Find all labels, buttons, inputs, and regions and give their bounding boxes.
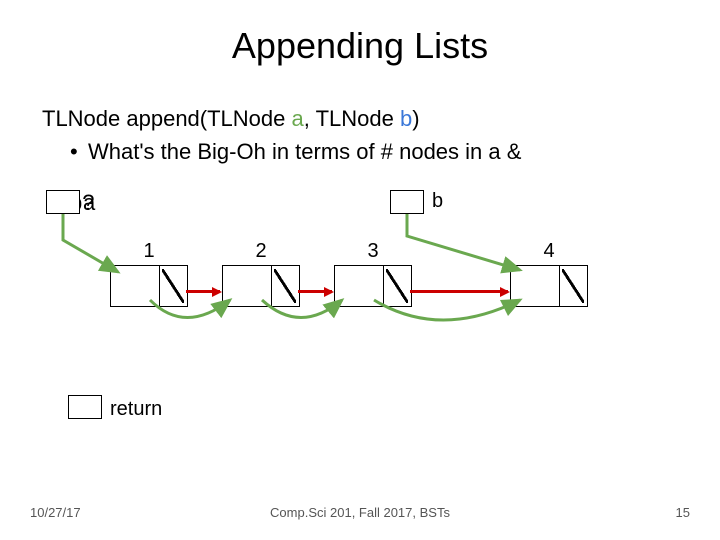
node-2: 2 xyxy=(222,265,300,307)
node-2-next-cell xyxy=(271,266,299,306)
slide-title: Appending Lists xyxy=(0,0,720,67)
pointer-box-a xyxy=(46,190,80,214)
pointer-box-return xyxy=(68,395,102,419)
link-1-to-2 xyxy=(186,290,220,293)
node-3-next-cell xyxy=(383,266,411,306)
overlap-a-label: a xyxy=(83,190,95,216)
body-text: TLNode append(TLNode a, TLNode b) •What'… xyxy=(42,105,521,166)
sig-suffix: ) xyxy=(412,106,419,131)
sig-mid: , TLNode xyxy=(304,106,400,131)
node-1-value: 1 xyxy=(143,240,154,263)
link-2-to-3 xyxy=(298,290,332,293)
footer-center: Comp.Sci 201, Fall 2017, BSTs xyxy=(270,505,450,520)
node-2-value: 2 xyxy=(255,240,266,263)
link-3-to-4 xyxy=(410,290,508,293)
footer-date: 10/27/17 xyxy=(30,505,81,520)
node-1: 1 xyxy=(110,265,188,307)
bullet-dot: • xyxy=(70,138,88,167)
node-4-value: 4 xyxy=(543,240,554,263)
null-slash-icon xyxy=(162,269,184,303)
node-4: 4 xyxy=(510,265,588,307)
node-4-next-cell xyxy=(559,266,587,306)
null-slash-icon xyxy=(274,269,296,303)
pointer-box-b xyxy=(390,190,424,214)
footer-page-number: 15 xyxy=(676,505,690,520)
sig-param-a: a xyxy=(292,106,304,131)
node-3-value: 3 xyxy=(367,240,378,263)
label-return: return xyxy=(110,398,162,421)
bullet-line: •What's the Big-Oh in terms of # nodes i… xyxy=(42,138,521,167)
sig-prefix: TLNode append(TLNode xyxy=(42,106,292,131)
bullet-text: What's the Big-Oh in terms of # nodes in… xyxy=(88,139,521,164)
null-slash-icon xyxy=(562,269,584,303)
function-signature: TLNode append(TLNode a, TLNode b) xyxy=(42,105,521,134)
node-3: 3 xyxy=(334,265,412,307)
label-b: b xyxy=(432,190,443,213)
node-1-next-cell xyxy=(159,266,187,306)
sig-param-b: b xyxy=(400,106,412,131)
null-slash-icon xyxy=(386,269,408,303)
